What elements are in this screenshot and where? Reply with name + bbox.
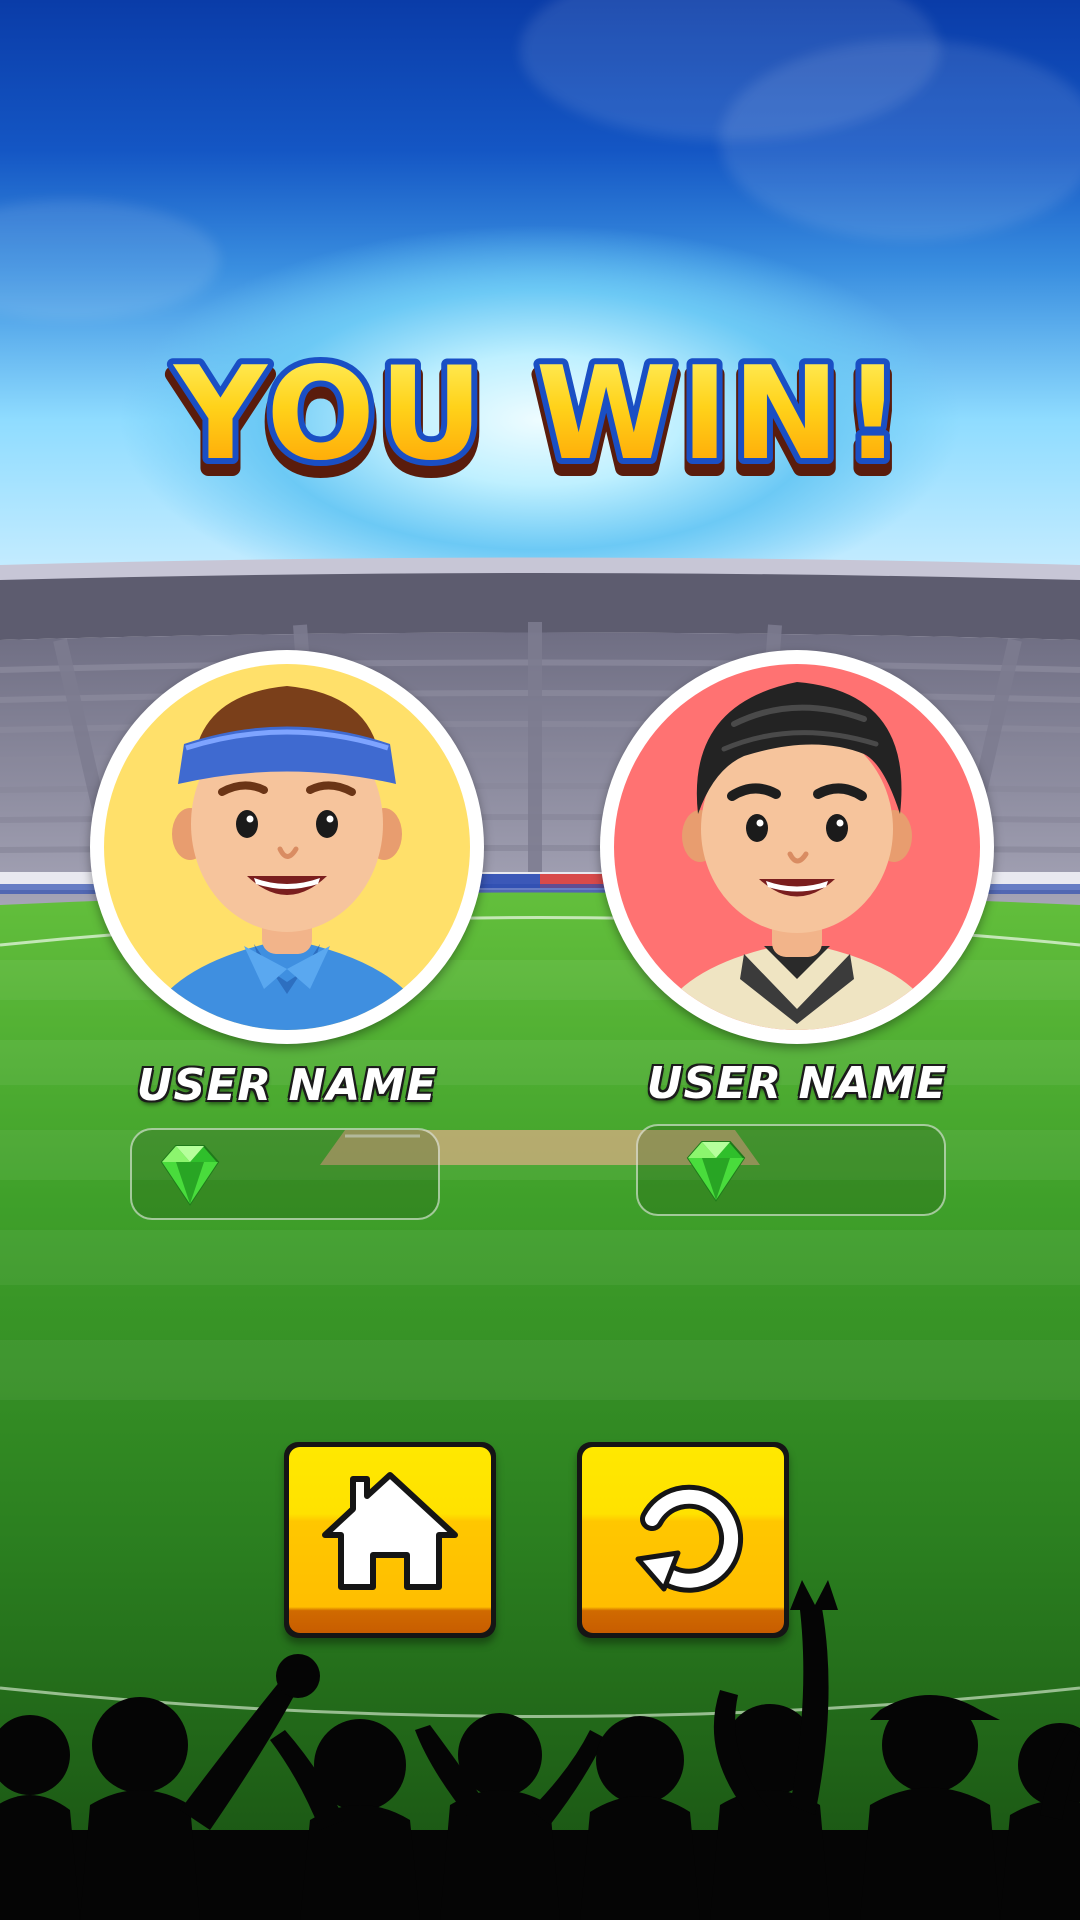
crowd-silhouette: [0, 1580, 1080, 1920]
game-scene: YOU WIN! YOU WIN! YOU WIN! USER NAME USE…: [0, 0, 1080, 1920]
avatar-background: [614, 664, 980, 1030]
player-one-avatar: [90, 650, 484, 1044]
win-title-text: YOU WIN!: [172, 340, 906, 489]
boy-black-hair-icon: [654, 682, 940, 1030]
player-two-avatar: [600, 650, 994, 1044]
green-gem-icon: [686, 1141, 746, 1202]
player-one-username: USER NAME: [136, 1060, 438, 1111]
player-two: USER NAME: [600, 650, 994, 1230]
player-one: USER NAME: [90, 650, 484, 1230]
avatar-background: [104, 664, 470, 1030]
win-title: YOU WIN! YOU WIN! YOU WIN!: [0, 330, 1080, 490]
green-gem-icon: [160, 1145, 220, 1206]
player-two-username: USER NAME: [646, 1058, 948, 1109]
boy-headband-icon: [144, 686, 430, 1030]
player-two-gem-counter: [636, 1124, 946, 1216]
player-one-gem-counter: [130, 1128, 440, 1220]
